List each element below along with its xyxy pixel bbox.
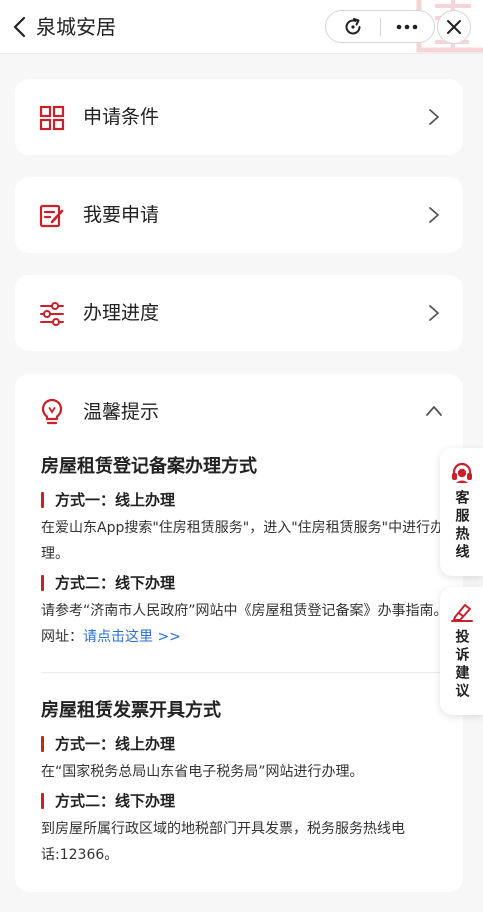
section-divider [41,672,441,673]
page-title: 泉城安居 [36,15,116,39]
hotline-button[interactable]: 客服热线 [440,448,483,576]
method-label: 方式一：线上办理 [41,733,175,755]
tips-card: 温馨提示 房屋租赁登记备案办理方式 方式一：线上办理 在爱山东App搜索"住房租… [15,374,463,892]
section-title: 房屋租赁登记备案办理方式 [41,456,257,477]
headset-icon [451,462,472,483]
method-marker [41,575,44,591]
sliders-icon [40,302,64,326]
method-label-text: 方式一：线上办理 [55,491,176,509]
complaint-label: 投诉建议 [453,629,470,701]
method-label-text: 方式二：线下办理 [55,792,176,810]
complaint-pen-icon [450,604,473,622]
method-label: 方式二：线下办理 [41,790,175,812]
lightbulb-icon [41,398,63,425]
more-button[interactable] [380,11,434,42]
method-description: 在爱山东App搜索"住房租赁服务"，进入"住房租赁服务"中进行办理。 [41,520,445,562]
method-description: 请参考“济南市人民政府”网站中《房屋租赁登记备案》办事指南。网址：请点击这里 >… [41,598,455,650]
close-button[interactable] [437,10,471,44]
chevron-up-icon [426,406,442,416]
menu-item-apply-conditions[interactable]: 申请条件 [15,79,463,155]
method-label: 方式二：线下办理 [41,572,175,594]
section-title: 房屋租赁发票开具方式 [41,700,221,721]
refresh-icon [345,17,361,34]
tips-header[interactable]: 温馨提示 [15,374,463,450]
more-icon [396,24,418,29]
method-marker [41,736,44,752]
mini-program-capsule [325,10,435,43]
complaint-button[interactable]: 投诉建议 [440,587,483,715]
menu-item-apply[interactable]: 我要申请 [15,177,463,253]
menu-item-label: 申请条件 [83,106,160,128]
refresh-button[interactable] [326,11,380,42]
menu-item-label: 办理进度 [83,302,160,324]
hotline-label: 客服热线 [453,490,470,562]
guide-link[interactable]: 请点击这里 >> [83,629,181,645]
method-description: 到房屋所属行政区域的地税部门开具发票，税务服务热线电话:12366。 [41,821,405,863]
tips-title: 温馨提示 [83,401,160,423]
method-label-text: 方式一：线上办理 [55,735,176,753]
top-navbar: 泉城安居 [0,0,483,54]
method-label: 方式一：线上办理 [41,489,175,511]
chevron-right-icon [429,305,439,321]
chevron-right-icon [429,109,439,125]
edit-form-icon [39,204,64,228]
back-arrow-icon [13,16,26,38]
method-marker [41,492,44,508]
close-icon [447,20,461,34]
method-marker [41,793,44,809]
grid-icon [39,105,65,131]
method-label-text: 方式二：线下办理 [55,574,176,592]
chevron-right-icon [429,207,439,223]
method-description: 在“国家税务总局山东省电子税务局”网站进行办理。 [41,764,364,780]
back-button[interactable] [6,13,32,41]
menu-item-progress[interactable]: 办理进度 [15,275,463,351]
menu-item-label: 我要申请 [83,204,160,226]
